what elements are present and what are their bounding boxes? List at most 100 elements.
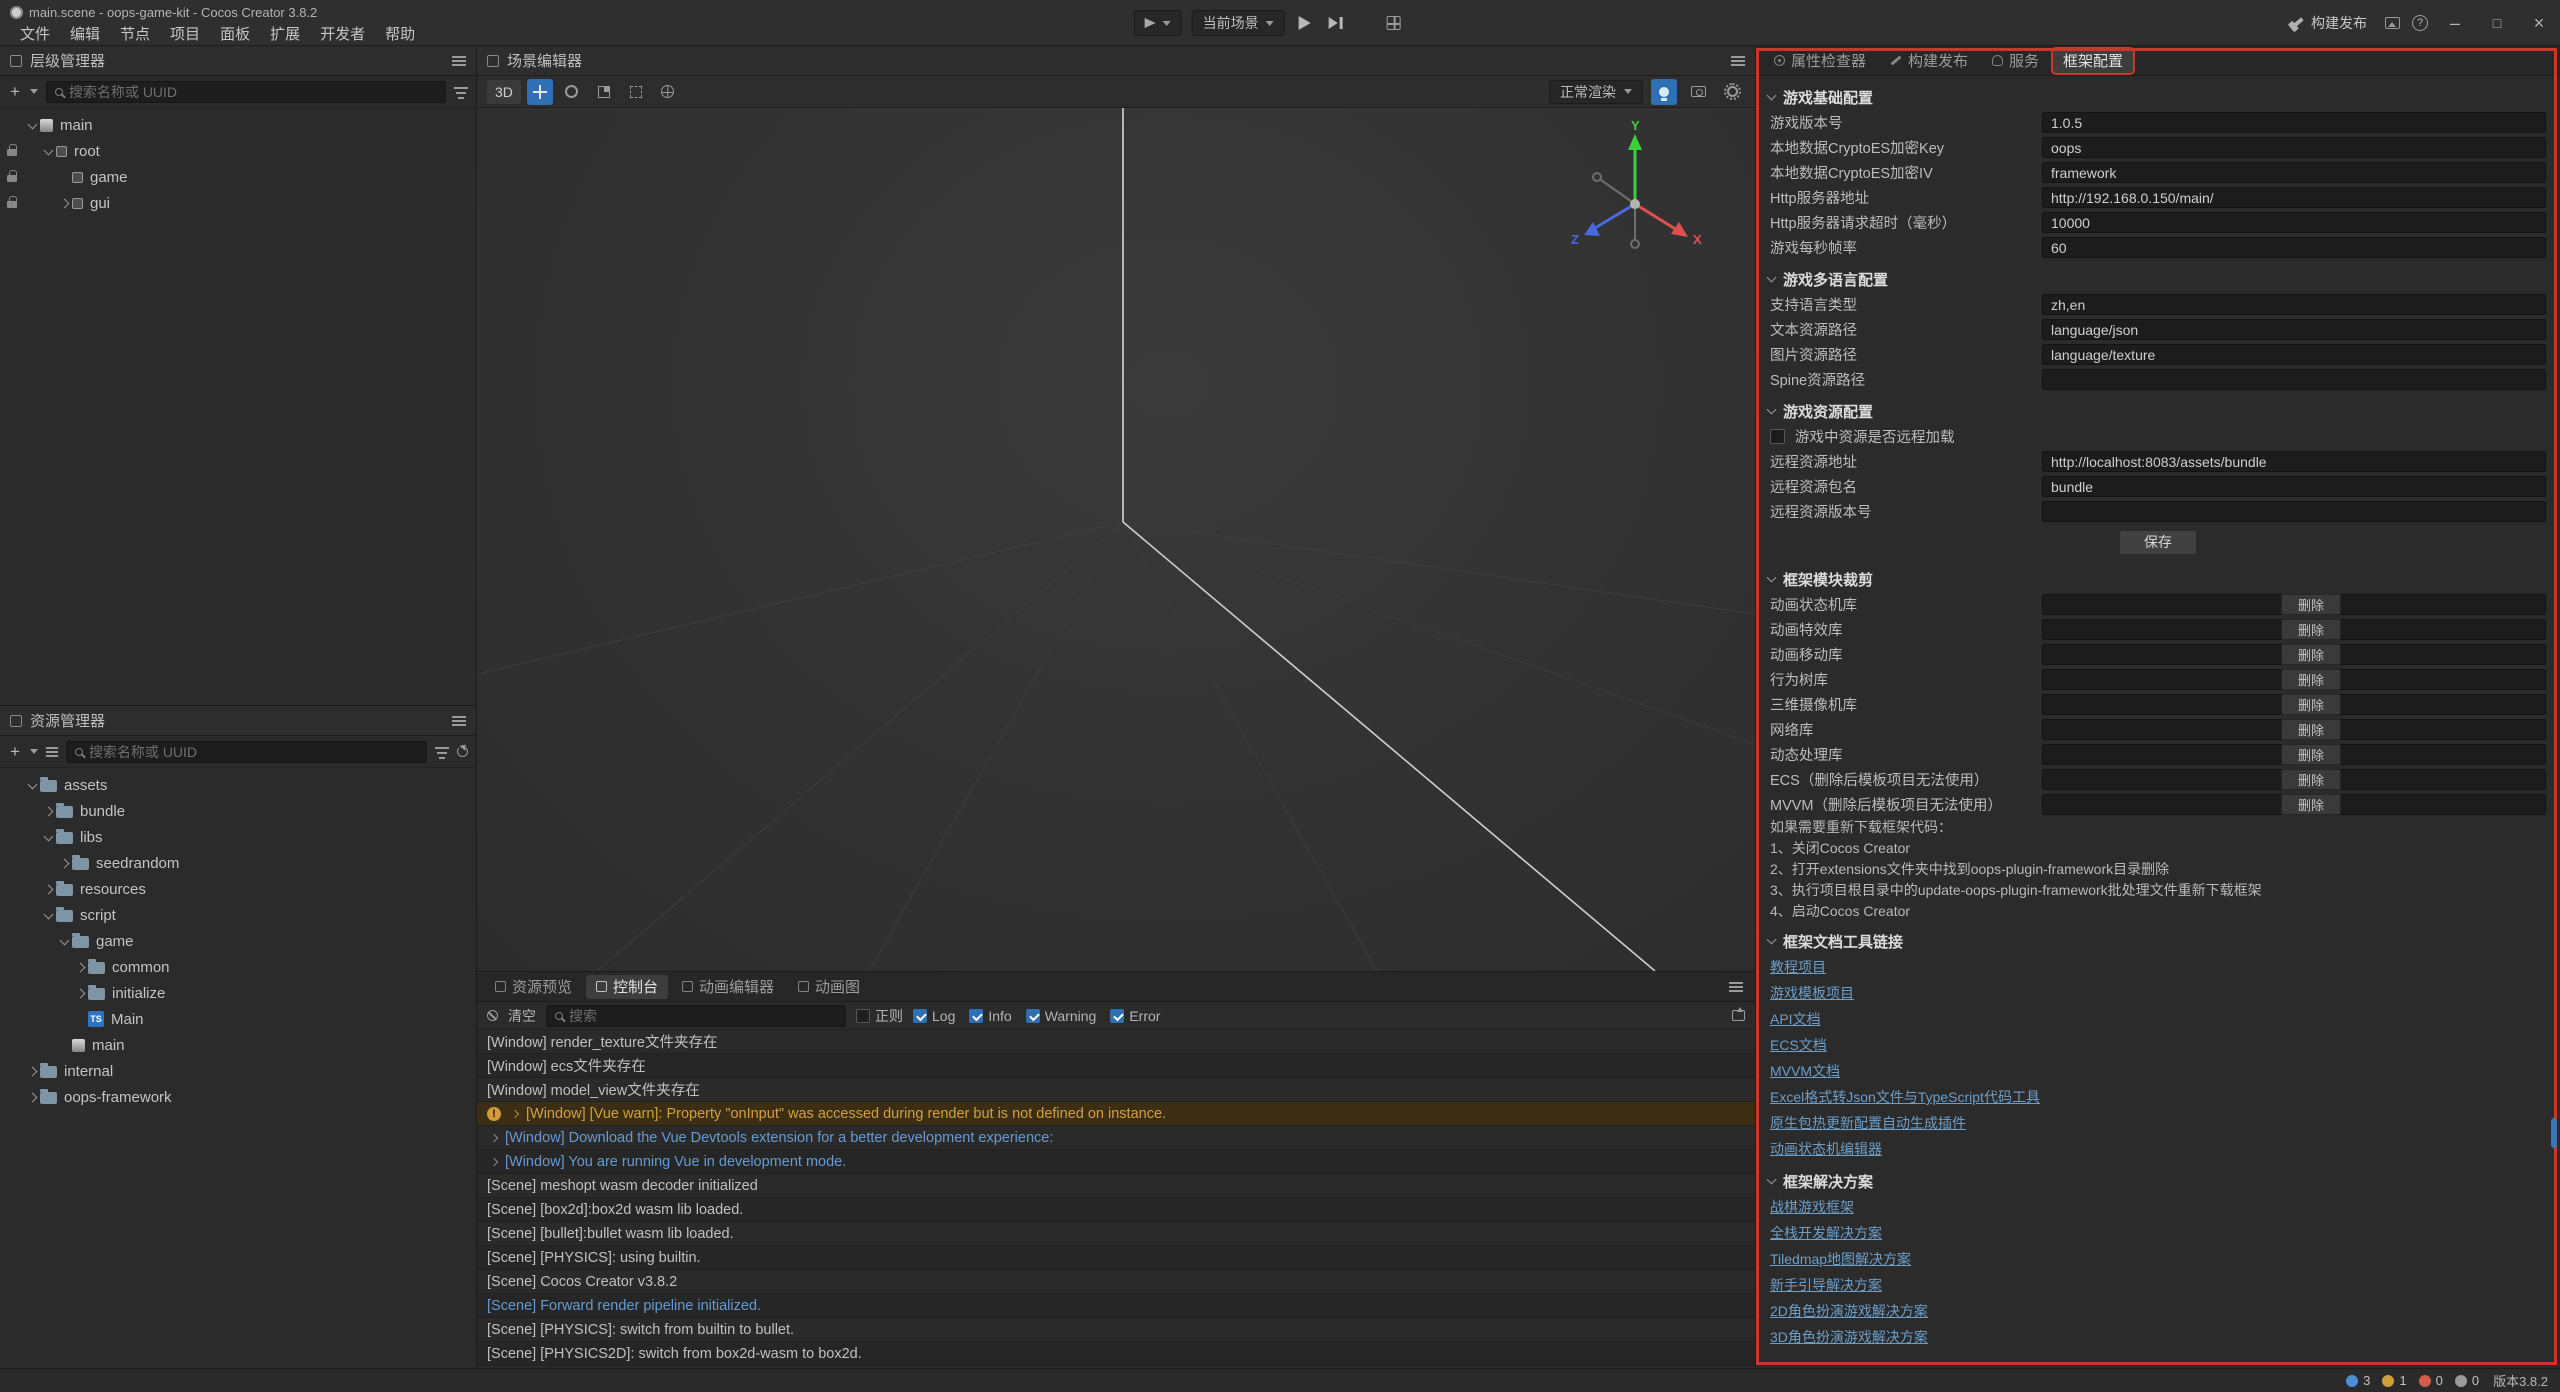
scene-select[interactable]: 当前场景 [1192,10,1285,36]
sort-icon[interactable] [46,751,58,753]
status-log[interactable]: 3 [2346,1373,2370,1388]
inspector-tab-框架配置[interactable]: 框架配置 [2053,49,2133,73]
delete-module-button[interactable]: 删除 [2281,694,2341,715]
assets-node-oops-framework[interactable]: oops-framework [0,1084,476,1110]
help-icon[interactable] [2412,15,2428,31]
expand-arrow-icon[interactable] [24,1094,40,1101]
doc-link[interactable]: 2D角色扮演游戏解决方案 [1770,1301,1928,1321]
menu-开发者[interactable]: 开发者 [310,23,375,44]
scene-light-toggle[interactable] [1651,79,1677,105]
scene-settings-button[interactable] [1719,79,1745,105]
assets-node-seedrandom[interactable]: seedrandom [0,850,476,876]
checkbox-icon[interactable] [1110,1009,1124,1023]
section-header[interactable]: 框架模块裁剪 [1756,566,2560,592]
expand-arrow-icon[interactable] [487,1159,501,1165]
assets-node-assets[interactable]: assets [0,772,476,798]
menu-面板[interactable]: 面板 [210,23,260,44]
build-publish-button[interactable]: 构建发布 [2285,13,2373,33]
delete-module-button[interactable]: 删除 [2281,669,2341,690]
filter-Warning[interactable]: Warning [1026,1008,1097,1024]
assets-node-libs[interactable]: libs [0,824,476,850]
expand-arrow-icon[interactable] [24,123,40,128]
section-header[interactable]: 游戏多语言配置 [1756,266,2560,292]
expand-arrow-icon[interactable] [72,990,88,997]
hierarchy-node-gui[interactable]: gui [0,190,476,216]
inspector-tab-属性检查器[interactable]: 属性检查器 [1764,49,1876,73]
doc-link[interactable]: MVVM文档 [1770,1061,1840,1081]
lock-icon[interactable] [7,149,17,156]
field-input[interactable] [2042,237,2546,258]
layout-button[interactable] [1383,10,1405,36]
maximize-button[interactable] [2482,8,2512,38]
doc-link[interactable]: 动画状态机编辑器 [1770,1139,1882,1159]
field-input[interactable] [2042,112,2546,133]
lock-icon[interactable] [7,201,17,208]
console-line[interactable]: [Window] [Vue warn]: Property "onInput" … [477,1102,1755,1126]
status-notice[interactable]: 0 [2455,1373,2479,1388]
status-warning[interactable]: 1 [2382,1373,2406,1388]
field-input[interactable] [2042,451,2546,472]
doc-link[interactable]: API文档 [1770,1009,1821,1029]
menu-帮助[interactable]: 帮助 [375,23,425,44]
expand-arrow-icon[interactable] [40,835,56,840]
create-asset-button[interactable] [8,742,22,762]
assets-node-internal[interactable]: internal [0,1058,476,1084]
filter-Log[interactable]: Log [913,1008,955,1024]
rect-tool-button[interactable] [623,79,649,105]
panel-menu-icon[interactable] [1729,986,1743,988]
delete-module-button[interactable]: 删除 [2281,769,2341,790]
field-input[interactable] [2042,476,2546,497]
console-tab-动画图[interactable]: 动画图 [788,975,870,999]
doc-link[interactable]: 3D角色扮演游戏解决方案 [1770,1327,1928,1347]
clear-console-button[interactable]: 清空 [508,1006,536,1026]
menu-文件[interactable]: 文件 [10,23,60,44]
preview-target-select[interactable] [1134,10,1182,36]
move-tool-button[interactable] [527,79,553,105]
section-header[interactable]: 游戏基础配置 [1756,84,2560,110]
expand-arrow-icon[interactable] [24,1068,40,1075]
refresh-icon[interactable] [457,746,468,757]
doc-link[interactable]: 游戏模板项目 [1770,983,1854,1003]
console-tab-资源预览[interactable]: 资源预览 [485,975,582,999]
hierarchy-node-main[interactable]: main [0,112,476,138]
field-input[interactable] [2042,294,2546,315]
hierarchy-search-input[interactable] [69,84,437,100]
checkbox-icon[interactable] [856,1009,870,1023]
filter-Info[interactable]: Info [969,1008,1011,1024]
field-input[interactable] [2042,212,2546,233]
console-tab-控制台[interactable]: 控制台 [586,975,668,999]
expand-arrow-icon[interactable] [487,1135,501,1141]
play-button[interactable] [1295,10,1315,36]
doc-link[interactable]: 战棋游戏框架 [1770,1197,1854,1217]
doc-link[interactable]: Tiledmap地图解决方案 [1770,1249,1911,1269]
regex-toggle[interactable]: 正则 [856,1006,903,1026]
chevron-down-icon[interactable] [30,89,38,94]
expand-arrow-icon[interactable] [40,149,56,154]
doc-link[interactable]: 新手引导解决方案 [1770,1275,1882,1295]
filter-Error[interactable]: Error [1110,1008,1160,1024]
scrollbar-thumb[interactable] [2551,1118,2557,1148]
panel-menu-icon[interactable] [452,60,466,62]
scale-tool-button[interactable] [591,79,617,105]
console-search-input[interactable] [569,1008,837,1024]
expand-arrow-icon[interactable] [508,1111,522,1117]
assets-node-bundle[interactable]: bundle [0,798,476,824]
expand-arrow-icon[interactable] [24,783,40,788]
console-tab-动画编辑器[interactable]: 动画编辑器 [672,975,784,999]
scene-viewport[interactable]: Y X Z [477,108,1755,971]
rotate-tool-button[interactable] [559,79,585,105]
preview-panel-icon[interactable] [2385,17,2400,29]
filter-icon[interactable] [454,87,468,97]
expand-arrow-icon[interactable] [56,939,72,944]
lock-icon[interactable] [7,175,17,182]
hierarchy-node-root[interactable]: root [0,138,476,164]
save-button[interactable]: 保存 [2119,530,2197,555]
expand-arrow-icon[interactable] [40,808,56,815]
field-input[interactable] [2042,344,2546,365]
menu-编辑[interactable]: 编辑 [60,23,110,44]
filter-icon[interactable] [435,747,449,757]
inspector-tab-服务[interactable]: 服务 [1982,49,2049,73]
assets-node-resources[interactable]: resources [0,876,476,902]
doc-link[interactable]: ECS文档 [1770,1035,1827,1055]
delete-module-button[interactable]: 删除 [2281,744,2341,765]
